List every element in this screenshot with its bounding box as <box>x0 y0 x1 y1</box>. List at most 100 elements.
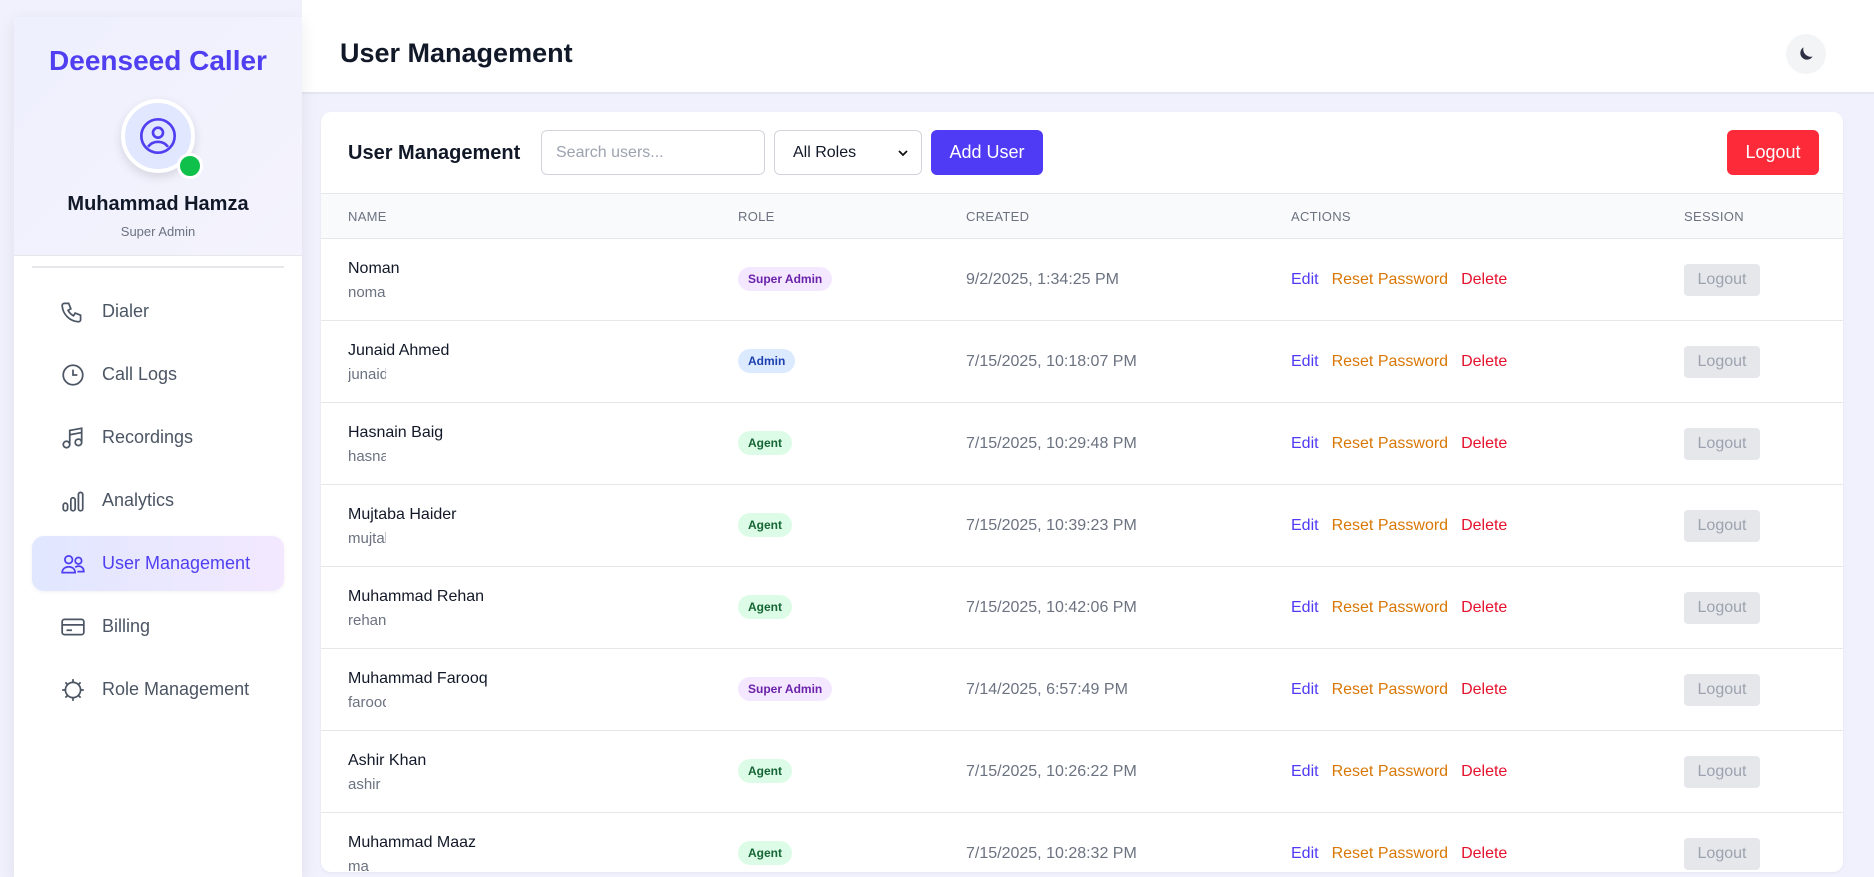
logout-button[interactable]: Logout <box>1727 130 1819 175</box>
column-header-session: SESSION <box>1684 209 1744 224</box>
sidebar-item-role-management[interactable]: Role Management <box>32 662 284 717</box>
user-cell: Muhammad Maaz ma <box>348 834 476 872</box>
delete-link[interactable]: Delete <box>1461 271 1507 289</box>
actions-cell: Edit Reset Password Delete <box>1291 517 1507 535</box>
theme-toggle-button[interactable] <box>1786 34 1826 74</box>
sidebar-item-label: Dialer <box>102 301 150 321</box>
role-filter-value: All Roles <box>793 143 857 161</box>
profile-panel: Deenseed Caller Muhammad Hamza Super Adm… <box>14 17 302 256</box>
sidebar-item-recordings[interactable]: Recordings <box>32 410 284 465</box>
add-user-button[interactable]: Add User <box>931 130 1043 175</box>
user-management-card: User Management All Roles Add User Logou… <box>321 112 1843 872</box>
top-header: User Management <box>302 0 1874 94</box>
created-date: 7/15/2025, 10:42:06 PM <box>966 599 1137 616</box>
session-logout-button[interactable]: Logout <box>1684 674 1760 706</box>
sidebar-nav: Dialer Call Logs Recordings Analytics Us… <box>14 268 302 741</box>
session-logout-button[interactable]: Logout <box>1684 592 1760 624</box>
sidebar-item-analytics[interactable]: Analytics <box>32 473 284 528</box>
edit-link[interactable]: Edit <box>1291 681 1319 699</box>
user-cell: Ashir Khan ashir <box>348 752 426 793</box>
table-body: Noman noma Super Admin 9/2/2025, 1:34:25 … <box>321 239 1843 872</box>
reset-password-link[interactable]: Reset Password <box>1332 599 1449 617</box>
column-header-role[interactable]: ROLE <box>738 209 775 224</box>
credit-card-icon <box>61 618 85 635</box>
session-logout-button[interactable]: Logout <box>1684 510 1760 542</box>
edit-link[interactable]: Edit <box>1291 271 1319 289</box>
session-logout-button[interactable]: Logout <box>1684 264 1760 296</box>
reset-password-link[interactable]: Reset Password <box>1332 435 1449 453</box>
created-date: 7/15/2025, 10:29:48 PM <box>966 435 1137 452</box>
sidebar-item-label: Role Management <box>102 679 250 699</box>
sidebar: Deenseed Caller Muhammad Hamza Super Adm… <box>14 17 302 877</box>
sidebar-item-dialer[interactable]: Dialer <box>32 284 284 339</box>
table-row: Hasnain Baig hasnain Agent 7/15/2025, 10:… <box>321 403 1843 485</box>
actions-cell: Edit Reset Password Delete <box>1291 763 1507 781</box>
delete-link[interactable]: Delete <box>1461 517 1507 535</box>
user-name: Muhammad Hamza <box>67 193 249 215</box>
user-name: Ashir Khan <box>348 752 427 769</box>
user-username: rehan <box>348 612 386 629</box>
bar-chart-icon <box>62 490 84 512</box>
edit-link[interactable]: Edit <box>1291 599 1319 617</box>
session-logout-button[interactable]: Logout <box>1684 428 1760 460</box>
reset-password-link[interactable]: Reset Password <box>1332 845 1449 863</box>
role-filter-select[interactable]: All Roles <box>774 130 922 175</box>
sidebar-item-label: Recordings <box>102 427 194 447</box>
delete-link[interactable]: Delete <box>1461 353 1507 371</box>
moon-icon <box>1800 47 1813 60</box>
table-row: Mujtaba Haider mujtaba Agent 7/15/2025, 1… <box>321 485 1843 567</box>
sidebar-item-label: User Management <box>102 553 251 573</box>
edit-link[interactable]: Edit <box>1291 763 1319 781</box>
edit-link[interactable]: Edit <box>1291 435 1319 453</box>
column-header-actions: ACTIONS <box>1291 209 1351 224</box>
user-username: farooqahmed <box>348 694 386 711</box>
table-row: Muhammad Maaz ma Agent 7/15/2025, 10:28:3… <box>321 813 1843 872</box>
session-logout-button[interactable]: Logout <box>1684 346 1760 378</box>
delete-link[interactable]: Delete <box>1461 599 1507 617</box>
role-badge: Super Admin <box>738 677 833 701</box>
actions-cell: Edit Reset Password Delete <box>1291 681 1507 699</box>
user-name: Noman <box>348 260 400 277</box>
edit-link[interactable]: Edit <box>1291 517 1319 535</box>
user-username: hasnain <box>348 448 386 465</box>
user-circle-icon <box>140 118 176 154</box>
created-date: 7/15/2025, 10:18:07 PM <box>966 353 1137 370</box>
table-row: Muhammad Farooq farooqahmed Super Admin 7… <box>321 649 1843 731</box>
card-toolbar: User Management All Roles Add User Logou… <box>321 112 1843 194</box>
reset-password-link[interactable]: Reset Password <box>1332 681 1449 699</box>
column-header-name[interactable]: NAME <box>348 209 387 224</box>
reset-password-link[interactable]: Reset Password <box>1332 517 1449 535</box>
session-logout-button[interactable]: Logout <box>1684 838 1760 870</box>
edit-link[interactable]: Edit <box>1291 845 1319 863</box>
column-header-created[interactable]: CREATED <box>966 209 1029 224</box>
user-cell: Muhammad Rehan rehan <box>348 588 484 629</box>
reset-password-link[interactable]: Reset Password <box>1332 763 1449 781</box>
user-username: ma <box>348 858 369 872</box>
edit-link[interactable]: Edit <box>1291 353 1319 371</box>
table-row: Ashir Khan ashir Agent 7/15/2025, 10:26:2… <box>321 731 1843 813</box>
search-input[interactable] <box>541 130 765 175</box>
reset-password-link[interactable]: Reset Password <box>1332 353 1449 371</box>
sidebar-item-billing[interactable]: Billing <box>32 599 284 654</box>
table-row: Noman noma Super Admin 9/2/2025, 1:34:25 … <box>321 239 1843 321</box>
role-badge: Agent <box>738 513 792 537</box>
table-row: Junaid Ahmed junaid Admin 7/15/2025, 10:1… <box>321 321 1843 403</box>
user-username: junaid <box>348 366 386 383</box>
sidebar-item-label: Analytics <box>102 490 175 510</box>
reset-password-link[interactable]: Reset Password <box>1332 271 1449 289</box>
clock-icon <box>62 363 84 386</box>
actions-cell: Edit Reset Password Delete <box>1291 599 1507 617</box>
delete-link[interactable]: Delete <box>1461 763 1507 781</box>
user-cell: Hasnain Baig hasnain <box>348 424 443 465</box>
delete-link[interactable]: Delete <box>1461 845 1507 863</box>
user-cell: Muhammad Farooq farooqahmed <box>348 670 488 711</box>
created-date: 7/15/2025, 10:28:32 PM <box>966 845 1137 862</box>
sidebar-item-label: Call Logs <box>102 364 178 384</box>
user-name: Muhammad Rehan <box>348 588 485 605</box>
delete-link[interactable]: Delete <box>1461 681 1507 699</box>
session-logout-button[interactable]: Logout <box>1684 756 1760 788</box>
user-username: noma <box>348 284 386 301</box>
delete-link[interactable]: Delete <box>1461 435 1507 453</box>
sidebar-item-user-management[interactable]: User Management <box>32 536 284 591</box>
sidebar-item-call-logs[interactable]: Call Logs <box>32 347 284 402</box>
